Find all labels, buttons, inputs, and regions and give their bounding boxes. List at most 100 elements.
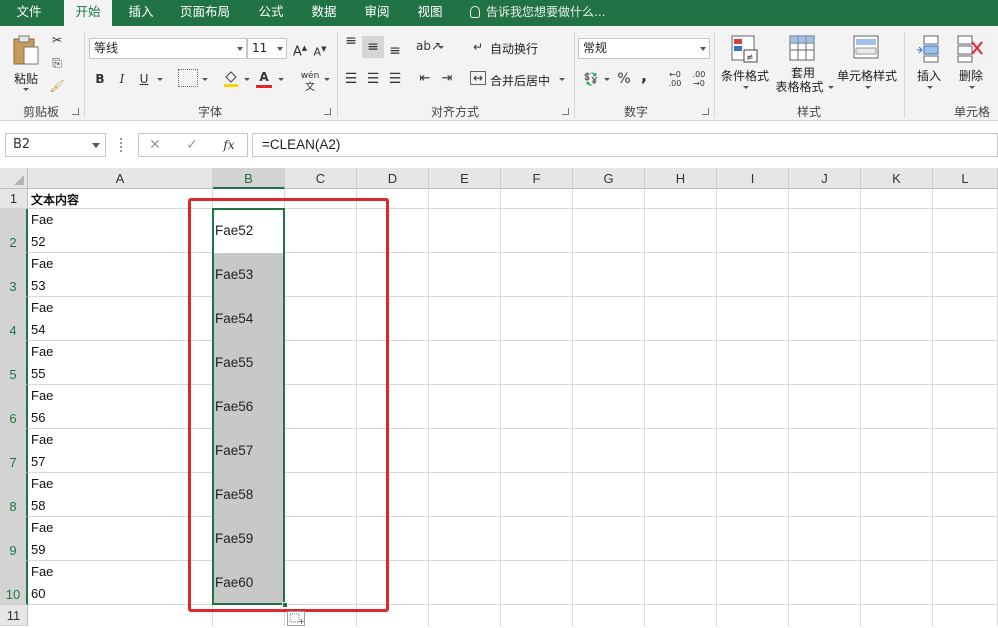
paste-button[interactable]: 粘贴 — [8, 32, 44, 92]
cell-a6-line1[interactable]: Fae — [31, 385, 53, 407]
cell-a4-line1[interactable]: Fae — [31, 297, 53, 319]
cell-a2-line2[interactable]: 52 — [31, 231, 45, 253]
column-header-j[interactable]: J — [789, 168, 861, 189]
comma-style-button[interactable]: , — [638, 68, 650, 84]
decrease-indent-icon[interactable]: ⇤ — [416, 71, 434, 87]
font-launcher-icon[interactable] — [324, 108, 331, 115]
column-header-c[interactable]: C — [285, 168, 357, 189]
tab-data[interactable]: 数据 — [301, 0, 347, 26]
cell-a10-line1[interactable]: Fae — [31, 561, 53, 583]
tab-formulas[interactable]: 公式 — [248, 0, 294, 26]
row-header-7[interactable]: 7 — [0, 429, 28, 473]
tab-insert[interactable]: 插入 — [118, 0, 164, 26]
row-header-9[interactable]: 9 — [0, 517, 28, 561]
wrap-text-button[interactable]: 自动换行 — [490, 40, 538, 57]
italic-button[interactable]: I — [114, 71, 130, 87]
font-color-icon[interactable]: A — [256, 69, 272, 88]
currency-icon[interactable]: 💱 — [582, 71, 600, 87]
column-header-d[interactable]: D — [357, 168, 429, 189]
cell-a9-line2[interactable]: 59 — [31, 539, 45, 561]
chevron-down-icon[interactable] — [438, 46, 444, 49]
tab-home[interactable]: 开始 — [64, 0, 112, 26]
number-format-select[interactable]: 常规 — [578, 38, 710, 59]
increase-decimal-button[interactable]: ←0 .00 — [664, 70, 686, 88]
tab-review[interactable]: 审阅 — [354, 0, 400, 26]
percent-button[interactable]: % — [616, 71, 632, 87]
align-top-icon[interactable]: ≡ — [342, 34, 360, 48]
cell-a3-line2[interactable]: 53 — [31, 275, 45, 297]
chevron-down-icon[interactable] — [324, 78, 330, 81]
cell-a4-line2[interactable]: 54 — [31, 319, 45, 341]
select-all-corner[interactable] — [0, 168, 28, 189]
format-as-table-button[interactable]: 套用 表格格式 — [772, 32, 834, 94]
chevron-down-icon[interactable] — [278, 78, 284, 81]
borders-icon[interactable] — [178, 69, 198, 87]
row-header-6[interactable]: 6 — [0, 385, 28, 429]
bold-button[interactable]: B — [92, 71, 108, 87]
cell-a7-line2[interactable]: 57 — [31, 451, 45, 473]
row-header-5[interactable]: 5 — [0, 341, 28, 385]
row-header-4[interactable]: 4 — [0, 297, 28, 341]
phonetic-guide-icon[interactable]: wén 文 — [298, 68, 322, 93]
column-header-g[interactable]: G — [573, 168, 645, 189]
column-header-a[interactable]: A — [28, 168, 213, 189]
enter-check-icon[interactable]: ✓ — [185, 137, 199, 153]
tab-file[interactable]: 文件 — [0, 0, 58, 26]
cell-a8-line1[interactable]: Fae — [31, 473, 53, 495]
chevron-down-icon[interactable] — [244, 78, 250, 81]
cell-a10-line2[interactable]: 60 — [31, 583, 45, 605]
cell-a7-line1[interactable]: Fae — [31, 429, 53, 451]
tab-page-layout[interactable]: 页面布局 — [170, 0, 240, 26]
insert-cells-button[interactable]: 插入 — [908, 32, 950, 94]
quick-analysis-button[interactable]: + — [287, 611, 305, 626]
orientation-icon[interactable]: ab↗ — [416, 38, 441, 54]
cell-a5-line1[interactable]: Fae — [31, 341, 53, 363]
clipboard-launcher-icon[interactable] — [72, 108, 79, 115]
column-header-h[interactable]: H — [645, 168, 717, 189]
chevron-down-icon[interactable] — [202, 78, 208, 81]
align-left-icon[interactable]: ☰ — [342, 71, 360, 87]
worksheet-grid[interactable]: ABCDEFGHIJKL 1 2 3 4 5 6 7 8 9 10 11 文本内容 Fae 52 Fae… — [0, 168, 998, 626]
tab-view[interactable]: 视图 — [407, 0, 453, 26]
name-box[interactable]: B2 — [5, 133, 106, 157]
cell-a3-line1[interactable]: Fae — [31, 253, 53, 275]
column-header-b[interactable]: B — [213, 168, 285, 189]
align-right-icon[interactable]: ☰ — [386, 71, 404, 87]
align-center-icon[interactable]: ☰ — [364, 71, 382, 87]
column-header-k[interactable]: K — [861, 168, 933, 189]
copy-icon[interactable]: ⎘ — [48, 55, 66, 71]
fill-color-icon[interactable] — [222, 69, 240, 87]
chevron-down-icon[interactable] — [157, 78, 163, 81]
cell-a8-line2[interactable]: 58 — [31, 495, 45, 517]
alignment-launcher-icon[interactable] — [562, 108, 569, 115]
row-header-1[interactable]: 1 — [0, 189, 28, 209]
number-launcher-icon[interactable] — [702, 108, 709, 115]
cell-a6-line2[interactable]: 56 — [31, 407, 45, 429]
underline-button[interactable]: U — [136, 71, 152, 87]
row-header-3[interactable]: 3 — [0, 253, 28, 297]
row-header-8[interactable]: 8 — [0, 473, 28, 517]
format-painter-icon[interactable]: 🖌 — [48, 78, 66, 94]
delete-cells-button[interactable]: 删除 — [950, 32, 992, 94]
cut-icon[interactable]: ✂ — [48, 32, 66, 48]
increase-indent-icon[interactable]: ⇥ — [438, 71, 456, 87]
merge-center-icon[interactable]: ↔ — [470, 71, 486, 85]
cell-a2-line1[interactable]: Fae — [31, 209, 53, 231]
align-middle-icon[interactable]: ≡ — [362, 36, 384, 58]
decrease-font-icon[interactable]: A▼ — [312, 41, 328, 61]
tell-me-search[interactable]: 告诉我您想要做什么... — [470, 0, 605, 26]
fill-handle[interactable] — [282, 602, 288, 608]
wrap-text-icon[interactable]: ↵ — [470, 39, 486, 55]
font-size-select[interactable]: 11 — [247, 38, 287, 59]
cell-styles-button[interactable]: 单元格样式 — [834, 32, 900, 94]
column-header-l[interactable]: L — [933, 168, 998, 189]
row-header-2[interactable]: 2 — [0, 209, 28, 253]
decrease-decimal-button[interactable]: .00 →0 — [688, 70, 710, 88]
increase-font-icon[interactable]: A▲ — [292, 40, 308, 60]
column-header-i[interactable]: I — [717, 168, 789, 189]
conditional-formatting-button[interactable]: ≠ 条件格式 — [718, 32, 772, 94]
chevron-down-icon[interactable] — [559, 78, 565, 81]
formula-bar-splitter[interactable] — [120, 138, 123, 152]
row-header-10[interactable]: 10 — [0, 561, 28, 605]
cell-a5-line2[interactable]: 55 — [31, 363, 45, 385]
